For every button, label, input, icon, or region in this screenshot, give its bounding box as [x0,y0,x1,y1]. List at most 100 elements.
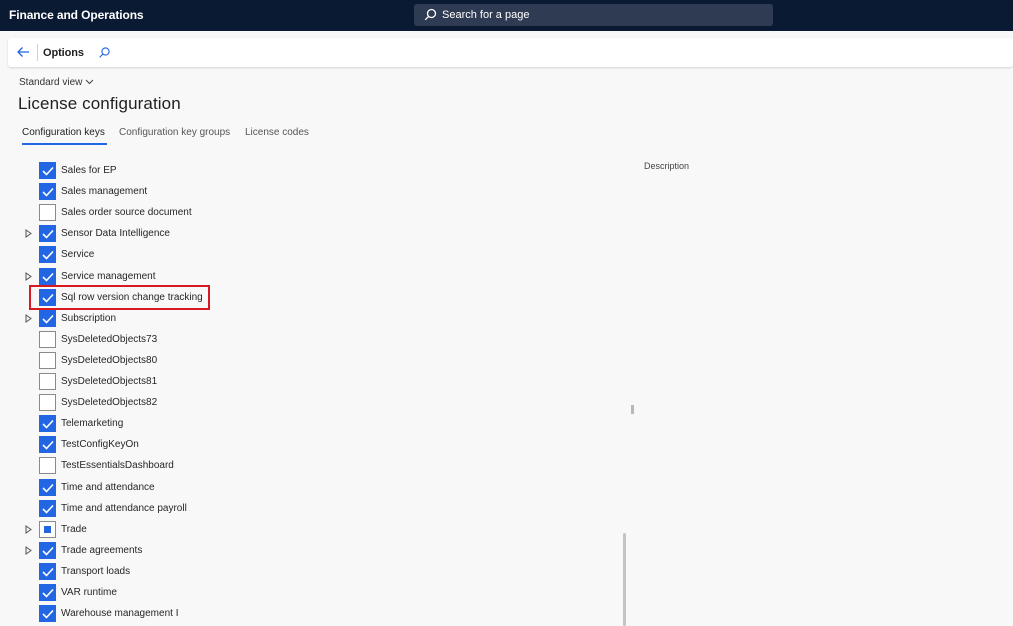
tree-row[interactable]: Sensor Data Intelligence [0,223,600,244]
enable-checkbox[interactable] [39,457,56,475]
checkmark-icon [42,567,54,577]
enable-checkbox[interactable] [39,351,56,369]
global-search-box[interactable]: Search for a page [414,4,773,26]
tree-row[interactable]: Sales for EP [0,160,600,181]
tree-row[interactable]: Service management [0,266,600,287]
page-title: License configuration [18,94,181,113]
enable-checkbox[interactable] [39,562,56,580]
tree-row-label: Warehouse management I [61,608,179,620]
expand-arrow-icon[interactable] [25,271,32,281]
checkmark-icon [42,272,54,282]
tree-row[interactable]: TestEssentialsDashboard [0,455,600,476]
enable-checkbox[interactable] [39,267,56,285]
expand-arrow-icon[interactable] [25,545,32,555]
tree-row-label: Telemarketing [61,418,124,430]
tree-row-label: Sensor Data Intelligence [61,228,170,240]
enable-checkbox[interactable] [39,204,56,222]
tree-row[interactable]: VAR runtime [0,582,600,603]
tree-row-label: Sales order source document [61,207,192,219]
tree-row-label: Sales management [61,186,148,198]
tree-row-label: Service [61,249,95,261]
enable-checkbox[interactable] [39,162,56,179]
enable-checkbox[interactable] [39,309,56,327]
options-button[interactable]: Options [43,47,84,59]
tree-row-label: SysDeletedObjects73 [61,333,158,345]
view-selector-label: Standard view [19,77,83,88]
tree-row-label: Time and attendance payroll [61,502,187,514]
tree-row-label: SysDeletedObjects82 [61,397,158,409]
tree-row[interactable]: Sales order source document [0,202,600,223]
expand-arrow-icon[interactable] [25,524,32,534]
action-pane: Options [8,38,1013,67]
enable-checkbox[interactable] [39,183,56,201]
checkmark-icon [42,230,54,239]
tree-row-label: SysDeletedObjects80 [61,354,158,366]
highlight-box [29,285,210,310]
checkmark-icon [42,588,54,598]
tree-row[interactable]: Transport loads [0,561,600,582]
view-selector[interactable]: Standard view [19,77,94,88]
expand-arrow-icon[interactable] [25,229,32,239]
tree-row[interactable]: SysDeletedObjects80 [0,350,600,371]
tab-configuration-key-groups[interactable]: Configuration key groups [119,127,230,138]
tree-row[interactable]: TestConfigKeyOn [0,434,600,455]
tree-row-label: Trade agreements [61,544,143,556]
enable-checkbox[interactable] [39,584,56,601]
checkmark-icon [42,504,54,514]
enable-checkbox[interactable] [39,225,56,243]
checkmark-icon [42,314,54,324]
enable-checkbox[interactable] [39,436,56,454]
tab-configuration-keys[interactable]: Configuration keys [22,127,105,138]
enable-checkbox[interactable] [39,330,56,348]
tree-row-label: VAR runtime [61,587,117,598]
tree-row-label: SysDeletedObjects81 [61,376,158,387]
back-arrow-icon[interactable] [16,45,30,59]
tab-license-codes[interactable]: License codes [245,127,309,138]
tree-row[interactable]: SysDeletedObjects82 [0,392,600,413]
tree-row[interactable]: Trade [0,519,600,540]
enable-checkbox[interactable] [39,394,56,412]
action-separator [37,44,38,61]
enable-checkbox[interactable] [39,478,56,496]
enable-checkbox[interactable] [39,415,56,433]
app-title[interactable]: Finance and Operations [9,8,144,22]
checkmark-icon [42,188,54,197]
checkmark-icon [42,610,54,619]
tree-row[interactable]: Time and attendance payroll [0,498,600,519]
tree-row[interactable]: Service [0,244,600,265]
tree-row[interactable]: SysDeletedObjects81 [0,371,600,392]
tree-row[interactable]: SysDeletedObjects73 [0,329,600,350]
tree-row-label: Service management [61,270,156,282]
top-nav-bar: Finance and Operations Search for a page [0,0,1013,31]
partial-indicator [44,525,51,533]
tree-row[interactable]: Sales management [0,181,600,202]
enable-checkbox[interactable] [39,541,56,559]
checkmark-icon [42,546,54,556]
splitter-handle[interactable] [631,405,634,414]
checkmark-icon [42,441,54,450]
tree-row-label: Transport loads [61,565,131,577]
enable-checkbox[interactable] [39,373,56,390]
expand-arrow-icon[interactable] [25,313,32,323]
tree-row[interactable]: Telemarketing [0,413,600,434]
checkmark-icon [42,251,54,261]
enable-checkbox[interactable] [39,605,56,623]
tree-row[interactable]: Trade agreements [0,540,600,561]
search-icon[interactable] [98,46,111,59]
tree-row[interactable]: Subscription [0,308,600,329]
chevron-down-icon [86,80,94,85]
tree-row[interactable]: Time and attendance [0,477,600,498]
tree-row-label: Sales for EP [61,165,117,176]
tree-row-label: Time and attendance [61,481,155,493]
search-icon [424,8,437,21]
enable-checkbox[interactable] [39,246,56,264]
enable-checkbox[interactable] [39,499,56,517]
enable-checkbox[interactable] [39,520,56,538]
tree-row[interactable]: Warehouse management I [0,603,600,624]
tree-row-label: Subscription [61,312,117,324]
tree-row-label: TestEssentialsDashboard [61,460,174,472]
checkmark-icon [42,483,54,493]
search-placeholder: Search for a page [442,9,530,21]
tree-scrollbar[interactable] [623,533,626,626]
tree-row-label: TestConfigKeyOn [61,439,139,451]
